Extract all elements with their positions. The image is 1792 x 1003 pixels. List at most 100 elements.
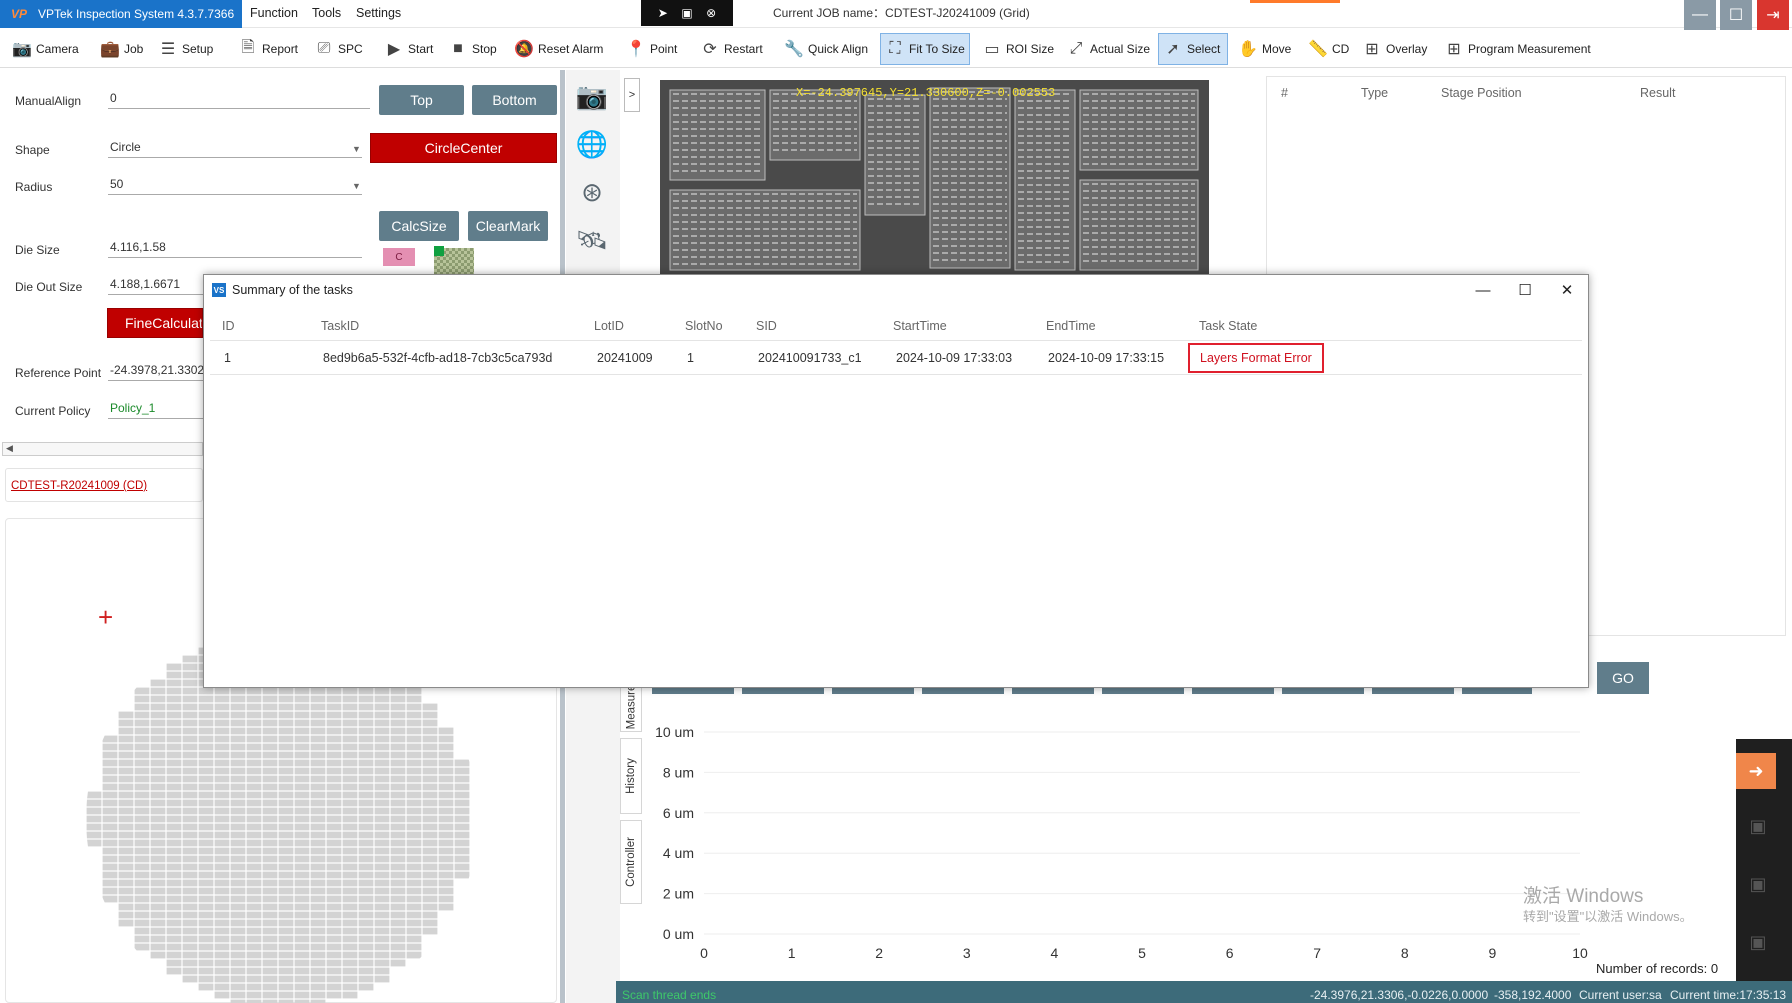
die-cell: [294, 695, 310, 703]
spc-button[interactable]: ⎚ SPC: [310, 33, 367, 65]
reset-alarm-button[interactable]: 🔕 Reset Alarm: [510, 33, 607, 65]
maximize-button[interactable]: ☐: [1720, 0, 1752, 30]
col-header-end-time[interactable]: EndTime: [1046, 319, 1096, 333]
die-cell: [326, 863, 342, 871]
restart-button[interactable]: ⟳ Restart: [696, 33, 767, 65]
start-button[interactable]: ▶ Start: [380, 33, 437, 65]
camera-view[interactable]: [660, 80, 1209, 280]
die-cell: [422, 711, 438, 719]
die-cell: [406, 935, 422, 943]
program-measurement-button[interactable]: ⊞ Program Measurement: [1440, 33, 1595, 65]
menu-function[interactable]: Function: [250, 6, 298, 20]
circle-center-button[interactable]: CircleCenter: [370, 133, 557, 163]
target-grid-icon[interactable]: ⊛: [570, 172, 614, 212]
satellite-icon[interactable]: 🛰: [570, 220, 614, 260]
camera-icon[interactable]: 📷: [570, 76, 614, 116]
calc-size-button[interactable]: CalcSize: [379, 211, 459, 241]
col-header-id[interactable]: ID: [222, 319, 235, 333]
col-header-slot-no[interactable]: SlotNo: [685, 319, 723, 333]
radius-select[interactable]: 50: [108, 177, 362, 195]
die-cell: [406, 799, 422, 807]
grid-globe-icon[interactable]: 🌐: [570, 124, 614, 164]
film-icon[interactable]: ▣: [1740, 924, 1776, 960]
select-button[interactable]: ➚ Select: [1158, 33, 1228, 65]
shape-select[interactable]: Circle: [108, 140, 362, 158]
fit-to-size-button[interactable]: ⛶ Fit To Size: [880, 33, 970, 65]
col-header-sid[interactable]: SID: [756, 319, 777, 333]
chevron-left-icon[interactable]: ◀: [6, 443, 13, 454]
dialog-minimize-button[interactable]: —: [1462, 275, 1504, 305]
die-cell: [406, 711, 422, 719]
dialog-close-button[interactable]: ✕: [1546, 275, 1588, 305]
die-cell: [294, 823, 310, 831]
die-cell: [134, 695, 150, 703]
cd-button[interactable]: 📏 CD: [1304, 33, 1353, 65]
cell-task-state-error[interactable]: Layers Format Error: [1188, 343, 1324, 373]
actual-size-button[interactable]: ⤢ Actual Size: [1062, 33, 1154, 65]
die-cell: [166, 775, 182, 783]
die-cell: [390, 951, 406, 959]
die-cell: [278, 919, 294, 927]
bottom-button[interactable]: Bottom: [472, 85, 557, 115]
die-cell: [102, 831, 118, 839]
die-cell: [342, 791, 358, 799]
film-icon[interactable]: ▣: [1740, 808, 1776, 844]
arrow-right-icon[interactable]: ➜: [1736, 753, 1776, 789]
close-circle-icon[interactable]: ⊗: [706, 6, 716, 20]
setup-button[interactable]: ☰ Setup: [154, 33, 217, 65]
reference-point-field[interactable]: -24.3978,21.3302,: [108, 363, 203, 381]
dialog-maximize-button[interactable]: ☐: [1504, 275, 1546, 305]
tab-history[interactable]: History: [620, 738, 642, 814]
screen-icon[interactable]: ▣: [681, 6, 692, 20]
clear-mark-button[interactable]: ClearMark: [468, 211, 548, 241]
quick-align-button[interactable]: 🔧 Quick Align: [780, 33, 872, 65]
move-button[interactable]: ✋ Move: [1234, 33, 1295, 65]
stop-button[interactable]: ■ Stop: [444, 33, 501, 65]
col-header-task-state[interactable]: Task State: [1199, 319, 1257, 333]
go-button[interactable]: GO: [1597, 662, 1649, 694]
recipe-link[interactable]: CDTEST-R20241009 (CD): [11, 480, 147, 492]
fine-calculation-button[interactable]: FineCalculati: [107, 308, 203, 338]
col-header-start-time[interactable]: StartTime: [893, 319, 947, 333]
menu-tools[interactable]: Tools: [312, 6, 341, 20]
camera-button[interactable]: 📷 Camera: [8, 33, 83, 65]
die-cell: [310, 927, 326, 935]
die-cell: [246, 895, 262, 903]
job-button[interactable]: 💼 Job: [96, 33, 147, 65]
die-cell: [326, 887, 342, 895]
exit-button[interactable]: ⇥: [1757, 0, 1789, 30]
pointer-icon[interactable]: ➤: [658, 6, 668, 20]
chevron-down-icon[interactable]: ▼: [352, 144, 361, 154]
die-cell: [358, 943, 374, 951]
current-policy-field[interactable]: Policy_1: [108, 401, 203, 419]
col-header-lot-id[interactable]: LotID: [594, 319, 624, 333]
die-size-field[interactable]: 4.116,1.58: [108, 240, 362, 258]
tab-measure[interactable]: Measure: [620, 682, 642, 732]
camera-button-label: Camera: [36, 42, 79, 56]
overlay-button[interactable]: ⊞ Overlay: [1358, 33, 1431, 65]
die-cell: [310, 831, 326, 839]
manual-align-field[interactable]: 0: [108, 91, 370, 109]
die-cell: [134, 911, 150, 919]
expand-panel-button[interactable]: >: [624, 78, 640, 112]
menu-settings[interactable]: Settings: [356, 6, 401, 20]
horizontal-scrollbar[interactable]: ◀: [2, 442, 203, 456]
chevron-down-icon[interactable]: ▼: [352, 181, 361, 191]
point-button[interactable]: 📍 Point: [622, 33, 681, 65]
roi-size-button[interactable]: ▭ ROI Size: [978, 33, 1058, 65]
die-cell: [166, 831, 182, 839]
exit-icon: ⇥: [1766, 7, 1780, 24]
table-row[interactable]: 1 8ed9b6a5-532f-4cfb-ad18-7cb3c5ca793d 2…: [210, 341, 1582, 375]
minimize-button[interactable]: —: [1684, 0, 1716, 30]
die-out-size-field[interactable]: 4.188,1.6671: [108, 277, 203, 295]
marker-c[interactable]: C: [383, 248, 415, 266]
col-header-task-id[interactable]: TaskID: [321, 319, 359, 333]
top-button[interactable]: Top: [379, 85, 464, 115]
tab-controller[interactable]: Controller: [620, 820, 642, 904]
dialog-title-bar[interactable]: VS Summary of the tasks: [204, 275, 1588, 305]
film-icon[interactable]: ▣: [1740, 866, 1776, 902]
die-cell: [246, 903, 262, 911]
report-button[interactable]: 🗎 Report: [234, 33, 302, 65]
die-cell: [198, 799, 214, 807]
die-cell: [310, 903, 326, 911]
